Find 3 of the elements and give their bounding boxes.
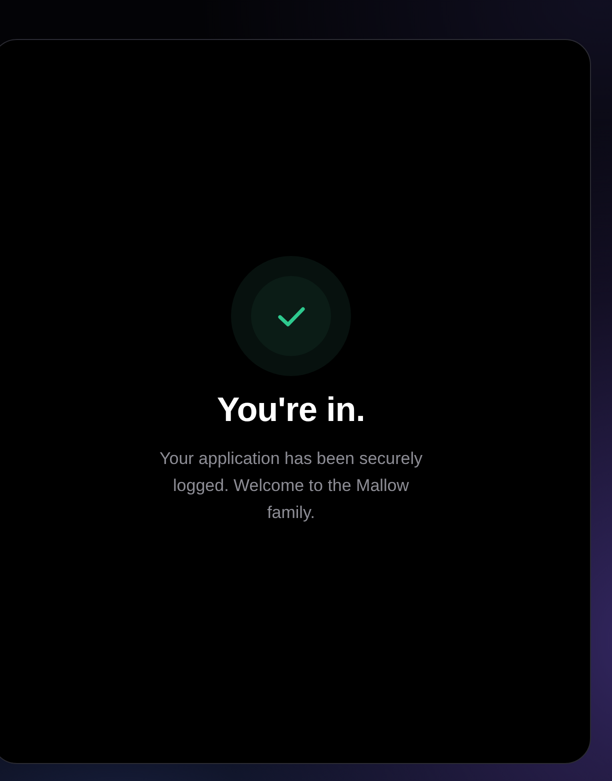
success-message: Your application has been securely logged. Welcome to the Mallow family. (158, 448, 424, 524)
success-title: You're in. (216, 390, 366, 430)
check-icon (231, 256, 351, 376)
